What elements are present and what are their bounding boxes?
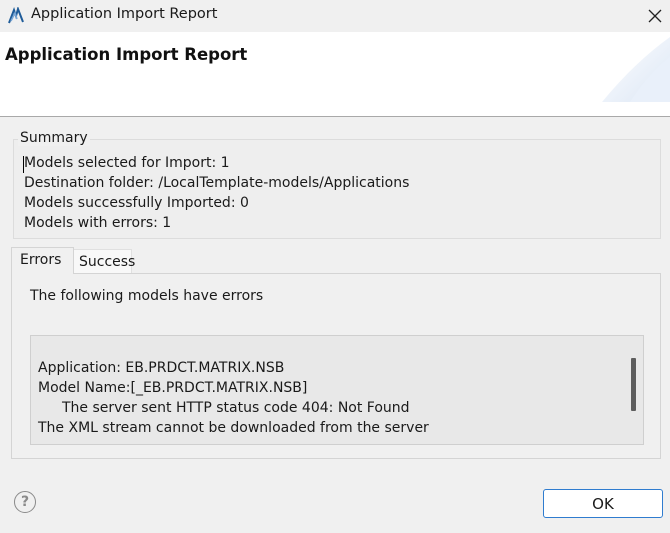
help-icon[interactable]: ? [14,491,36,513]
summary-models-errors: Models with errors: 1 [24,215,172,231]
summary-models-imported: Models successfully Imported: 0 [24,195,249,211]
dialog-header: Application Import Report [0,32,670,116]
window-title: Application Import Report [31,6,218,22]
summary-models-selected: Models selected for Import: 1 [24,155,230,171]
detail-http-status: The server sent HTTP status code 404: No… [62,400,410,416]
title-bar: Application Import Report [0,0,670,32]
close-icon[interactable] [640,0,670,32]
tab-errors[interactable]: Errors [11,247,74,274]
errors-tab-panel: The following models have errors Applica… [11,273,661,459]
ok-button[interactable]: OK [543,489,663,518]
summary-legend: Summary [18,130,90,146]
app-icon [7,5,25,25]
banner-graphic [590,32,670,102]
detail-model-name: Model Name:[_EB.PRDCT.MATRIX.NSB] [38,380,308,396]
errors-message: The following models have errors [30,288,264,304]
header-title: Application Import Report [5,45,248,64]
vertical-scrollbar[interactable] [623,336,643,444]
error-details-text[interactable]: Application: EB.PRDCT.MATRIX.NSB Model N… [30,335,644,445]
detail-application: Application: EB.PRDCT.MATRIX.NSB [38,360,285,376]
summary-destination-folder: Destination folder: /LocalTemplate-model… [24,175,410,191]
tab-success[interactable]: Success [74,249,135,274]
detail-xml-stream: The XML stream cannot be downloaded from… [38,420,429,436]
summary-group: Models selected for Import: 1 Destinatio… [13,139,661,239]
scrollbar-thumb[interactable] [631,358,636,411]
header-separator [0,116,670,117]
